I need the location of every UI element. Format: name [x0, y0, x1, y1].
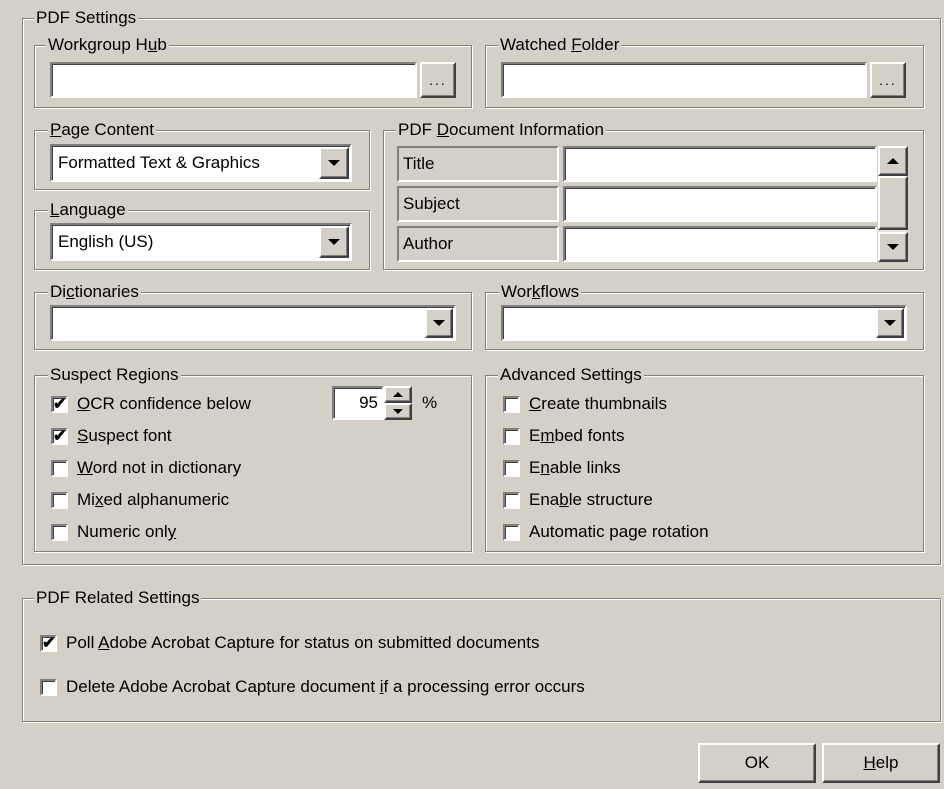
workflows-dropdown-button[interactable]: [876, 308, 904, 338]
checkbox-box: [503, 395, 520, 413]
pdf-related-settings-group: [22, 598, 941, 722]
delete-capture-document-label: Delete Adobe Acrobat Capture document if…: [66, 677, 585, 696]
check-icon: ✔: [53, 427, 67, 445]
pdf-settings-legend: PDF Settings: [34, 8, 139, 28]
doc-info-legend: PDF Document Information: [396, 120, 606, 140]
poll-capture-status-label: Poll Adobe Acrobat Capture for status on…: [66, 633, 540, 652]
checkbox-box: [51, 459, 68, 477]
scroll-down-button[interactable]: [878, 232, 908, 262]
workgroup-hub-legend: Workgroup Hub: [46, 35, 169, 55]
chevron-down-icon: [887, 244, 899, 250]
ocr-confidence-unit: %: [422, 393, 438, 412]
enable-structure-label: Enable structure: [529, 490, 653, 509]
checkbox-box: [503, 459, 520, 477]
doc-info-subject-label: Subject: [397, 186, 559, 222]
suspect-font-checkbox[interactable]: ✔ Suspect font: [51, 425, 172, 447]
pdf-related-settings-legend: PDF Related Settings: [34, 588, 202, 608]
ocr-confidence-input[interactable]: 95: [332, 386, 384, 420]
checkbox-box: [503, 491, 520, 509]
workgroup-hub-browse-button[interactable]: ...: [420, 62, 456, 98]
numeric-only-label: Numeric only: [77, 522, 177, 541]
checkbox-box: ✔: [51, 427, 68, 445]
automatic-page-rotation-label: Automatic page rotation: [529, 522, 709, 541]
enable-links-label: Enable links: [529, 458, 621, 477]
doc-info-title-label: Title: [397, 146, 559, 182]
watched-folder-legend: Watched Folder: [498, 35, 622, 55]
chevron-down-icon: [433, 320, 445, 326]
chevron-up-icon: [887, 158, 899, 164]
ok-button[interactable]: OK: [698, 743, 816, 783]
scroll-up-button[interactable]: [878, 146, 908, 176]
checkbox-box: [51, 523, 68, 541]
spin-up-button[interactable]: [384, 386, 412, 403]
chevron-down-icon: [884, 320, 896, 326]
chevron-down-icon: [393, 409, 403, 414]
automatic-page-rotation-checkbox[interactable]: Automatic page rotation: [503, 521, 709, 543]
ocr-confidence-spinner[interactable]: [384, 386, 412, 420]
advanced-settings-legend: Advanced Settings: [498, 365, 644, 385]
ocr-confidence-label: OCR confidence below: [77, 394, 251, 413]
doc-info-author-label: Author: [397, 226, 559, 262]
page-content-dropdown-button[interactable]: [319, 147, 349, 179]
checkbox-box: ✔: [51, 395, 68, 413]
page-content-select[interactable]: Formatted Text & Graphics: [50, 144, 352, 182]
workflows-legend: Workflows: [499, 282, 582, 302]
dictionaries-legend: Dictionaries: [48, 282, 141, 302]
doc-info-author-input[interactable]: [563, 226, 877, 262]
language-select[interactable]: English (US): [50, 223, 352, 261]
mixed-alphanumeric-label: Mixed alphanumeric: [77, 490, 230, 509]
create-thumbnails-label: Create thumbnails: [529, 394, 667, 413]
poll-capture-status-checkbox[interactable]: ✔ Poll Adobe Acrobat Capture for status …: [40, 632, 539, 654]
embed-fonts-checkbox[interactable]: Embed fonts: [503, 425, 624, 447]
watched-folder-browse-button[interactable]: ...: [870, 62, 906, 98]
dictionaries-dropdown-button[interactable]: [425, 308, 453, 338]
check-icon: ✔: [42, 634, 56, 652]
mixed-alphanumeric-checkbox[interactable]: Mixed alphanumeric: [51, 489, 229, 511]
language-dropdown-button[interactable]: [319, 226, 349, 258]
embed-fonts-label: Embed fonts: [529, 426, 625, 445]
workgroup-hub-input[interactable]: [50, 62, 417, 98]
page-content-value: Formatted Text & Graphics: [58, 153, 260, 172]
word-not-in-dictionary-checkbox[interactable]: Word not in dictionary: [51, 457, 241, 479]
ocr-confidence-checkbox[interactable]: ✔ OCR confidence below: [51, 393, 251, 415]
chevron-up-icon: [393, 392, 403, 397]
chevron-down-icon: [328, 239, 340, 245]
dictionaries-select[interactable]: [50, 305, 456, 341]
doc-info-title-input[interactable]: [563, 146, 877, 182]
page-content-legend: Page Content: [48, 120, 156, 140]
delete-capture-document-checkbox[interactable]: Delete Adobe Acrobat Capture document if…: [40, 676, 585, 698]
check-icon: ✔: [53, 395, 67, 413]
watched-folder-input[interactable]: [501, 62, 867, 98]
checkbox-box: [51, 491, 68, 509]
numeric-only-checkbox[interactable]: Numeric only: [51, 521, 176, 543]
suspect-regions-legend: Suspect Regions: [48, 365, 181, 385]
language-value: English (US): [58, 232, 154, 251]
doc-info-scrollbar[interactable]: [878, 146, 908, 262]
create-thumbnails-checkbox[interactable]: Create thumbnails: [503, 393, 667, 415]
workflows-select[interactable]: [501, 305, 907, 341]
checkbox-box: [40, 678, 57, 696]
doc-info-subject-input[interactable]: [563, 186, 877, 222]
suspect-font-label: Suspect font: [77, 426, 172, 445]
word-not-in-dictionary-label: Word not in dictionary: [77, 458, 242, 477]
checkbox-box: [503, 523, 520, 541]
checkbox-box: ✔: [40, 634, 57, 652]
spin-down-button[interactable]: [384, 403, 412, 420]
scroll-thumb[interactable]: [878, 176, 908, 230]
language-legend: Language: [48, 200, 128, 220]
help-button[interactable]: Help: [822, 743, 940, 783]
enable-links-checkbox[interactable]: Enable links: [503, 457, 621, 479]
enable-structure-checkbox[interactable]: Enable structure: [503, 489, 653, 511]
checkbox-box: [503, 427, 520, 445]
chevron-down-icon: [328, 160, 340, 166]
